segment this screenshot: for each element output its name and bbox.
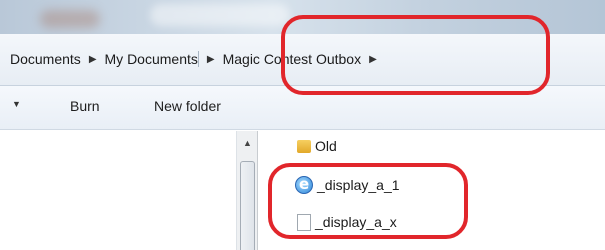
chevron-down-icon[interactable]: ▼ bbox=[12, 99, 21, 109]
new-folder-button[interactable]: New folder bbox=[154, 98, 221, 114]
navigation-scrollbar[interactable]: ▲ bbox=[236, 131, 258, 250]
ie-document-icon bbox=[295, 175, 313, 194]
chevron-right-icon[interactable]: ▶ bbox=[207, 54, 215, 65]
list-item[interactable]: _display_a_1 bbox=[295, 174, 400, 196]
breadcrumb-magic-contest-outbox[interactable]: Magic Contest Outbox bbox=[223, 51, 362, 67]
blurred-icon-region bbox=[40, 10, 100, 28]
scroll-thumb[interactable] bbox=[240, 161, 255, 250]
breadcrumb: Documents ▶ My Documents ▶ Magic Contest… bbox=[10, 51, 385, 67]
file-name: _display_a_x bbox=[315, 214, 397, 230]
chevron-right-icon[interactable]: ▶ bbox=[89, 54, 97, 65]
list-item[interactable]: _display_a_x bbox=[295, 211, 397, 233]
file-name: Old bbox=[315, 138, 337, 154]
burn-button[interactable]: Burn bbox=[70, 98, 100, 114]
scroll-up-arrow-icon[interactable]: ▲ bbox=[243, 138, 252, 148]
address-bar[interactable]: Documents ▶ My Documents ▶ Magic Contest… bbox=[0, 34, 605, 86]
chevron-right-icon[interactable]: ▶ bbox=[369, 54, 377, 65]
file-name: _display_a_1 bbox=[317, 177, 400, 193]
navigation-pane bbox=[0, 131, 250, 250]
list-item[interactable]: Old bbox=[295, 135, 337, 157]
document-icon bbox=[297, 213, 311, 231]
breadcrumb-my-documents[interactable]: My Documents bbox=[105, 51, 199, 67]
folder-icon bbox=[297, 139, 311, 153]
window-title-strip bbox=[0, 0, 605, 34]
command-toolbar: ▼ Burn New folder bbox=[0, 86, 605, 130]
blurred-title-region bbox=[150, 4, 290, 26]
breadcrumb-documents[interactable]: Documents bbox=[10, 51, 81, 67]
file-list: Old _display_a_1 _display_a_x bbox=[259, 131, 605, 250]
